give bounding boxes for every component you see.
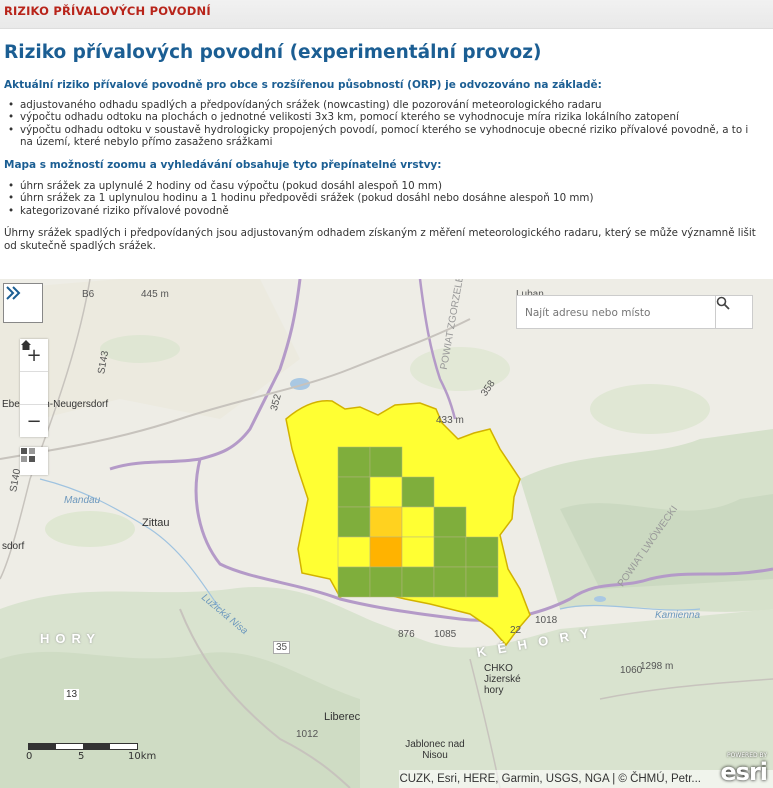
risk-map[interactable]: 445 m B6 S143 Ebersbach-Neugersdorf S140… [0, 279, 773, 788]
description-panel: Riziko přívalových povodní (experimentál… [0, 28, 773, 278]
list-item: adjustovaného odhadu spadlých a předpoví… [4, 99, 764, 112]
scale-label: 10km [128, 751, 157, 762]
map-label: 35 [273, 641, 291, 654]
map-label: Ebersbach-Neugersdorf [2, 399, 109, 410]
map-label: 13 [64, 689, 80, 700]
search-button[interactable] [715, 296, 752, 328]
list-item: výpočtu odhadu odtoku na plochách o jedn… [4, 111, 764, 124]
map-label: Zittau [142, 517, 170, 529]
map-label: Mandau [64, 495, 101, 506]
map-label: B6 [82, 289, 95, 300]
map-label: 1012 [296, 729, 319, 740]
home-button[interactable] [20, 340, 48, 405]
layers-icon [21, 448, 35, 462]
search-icon [716, 296, 730, 310]
map-label: HORY [40, 631, 102, 646]
basis-list: adjustovaného odhadu spadlých a předpoví… [4, 99, 764, 149]
double-chevron-right-icon [6, 286, 21, 300]
map-label: 445 m [141, 289, 169, 300]
layers-button[interactable] [20, 447, 48, 475]
map-label: 1298 m [640, 661, 674, 672]
map-label: 433 m [436, 415, 464, 426]
map-label: Kamienna [655, 610, 701, 621]
map-label: 876 [398, 629, 415, 640]
page-title: Riziko přívalových povodní (experimentál… [4, 42, 542, 63]
list-item: kategorizované riziko přívalové povodně [4, 205, 764, 218]
panel-toggle-button[interactable] [3, 283, 43, 323]
map-label: 1060 [620, 665, 643, 676]
zoom-control: + − [20, 339, 48, 437]
esri-logo: POWERED BY esri [703, 752, 768, 786]
map-label: CHKO Jizerské hory [484, 663, 521, 696]
map-label: 22 [510, 625, 522, 636]
map-search [516, 295, 753, 329]
section-title-basis: Aktuální riziko přívalové povodně pro ob… [4, 79, 602, 91]
scale-label: 5 [78, 751, 85, 762]
map-label: 1018 [535, 615, 558, 626]
app-title: RIZIKO PŘÍVALOVÝCH POVODNÍ [4, 4, 211, 18]
home-icon [21, 340, 31, 350]
map-label: sdorf [2, 541, 25, 552]
list-item: výpočtu odhadu odtoku v soustavě hydrolo… [4, 124, 764, 149]
scale-label: 0 [26, 751, 33, 762]
esri-logo-text: esri [720, 758, 768, 786]
app-header: RIZIKO PŘÍVALOVÝCH POVODNÍ [0, 0, 773, 29]
zoom-out-button[interactable]: − [20, 405, 48, 437]
map-label: 1085 [434, 629, 457, 640]
search-input[interactable] [523, 302, 717, 324]
list-item: úhrn srážek za 1 uplynulou hodinu a 1 ho… [4, 192, 764, 205]
radar-note: Úhrny srážek spadlých i předpovídaných j… [4, 227, 756, 252]
map-label: Jablonec nad Nisou [405, 739, 465, 761]
map-label: Liberec [324, 711, 361, 723]
scale-bar [28, 743, 138, 750]
section-title-layers: Mapa s možností zoomu a vyhledávání obsa… [4, 159, 442, 171]
layers-list: úhrn srážek za uplynulé 2 hodiny od času… [4, 180, 764, 218]
list-item: úhrn srážek za uplynulé 2 hodiny od času… [4, 180, 764, 193]
